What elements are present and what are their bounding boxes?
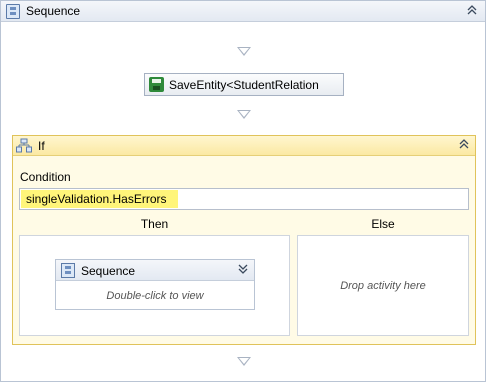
sequence-header[interactable]: Sequence	[1, 1, 485, 22]
save-floppy-icon	[149, 77, 164, 92]
then-branch[interactable]: Sequence Double-click to view	[19, 235, 290, 336]
drop-arrow-icon[interactable]	[237, 110, 251, 119]
expand-icon[interactable]	[236, 263, 250, 277]
drop-activity-hint: Drop activity here	[340, 280, 426, 292]
drop-arrow-icon[interactable]	[237, 357, 251, 366]
if-activity[interactable]: If Condition singleValidation.HasErrors …	[12, 135, 476, 345]
sequence-icon	[61, 263, 75, 278]
condition-input[interactable]: singleValidation.HasErrors	[19, 188, 469, 210]
if-branch-icon	[16, 138, 32, 153]
double-click-hint: Double-click to view	[106, 290, 204, 302]
then-sequence-header[interactable]: Sequence	[56, 260, 254, 281]
then-label: Then	[140, 217, 169, 231]
collapse-icon[interactable]	[465, 4, 479, 18]
outer-sequence[interactable]: Sequence SaveEntity<StudentRelation If C…	[0, 0, 486, 382]
condition-value[interactable]: singleValidation.HasErrors	[26, 192, 167, 206]
sequence-icon	[6, 4, 20, 19]
save-entity-activity[interactable]: SaveEntity<StudentRelation	[144, 73, 344, 96]
then-sequence-activity[interactable]: Sequence Double-click to view	[55, 259, 255, 310]
if-header[interactable]: If	[13, 136, 475, 156]
drop-arrow-icon[interactable]	[237, 47, 251, 56]
else-branch[interactable]: Drop activity here	[297, 235, 469, 336]
then-sequence-title: Sequence	[81, 264, 136, 278]
condition-label: Condition	[20, 170, 71, 184]
collapse-icon[interactable]	[457, 138, 471, 152]
if-title: If	[38, 139, 45, 153]
sequence-title: Sequence	[26, 4, 81, 18]
save-entity-label: SaveEntity<StudentRelation	[169, 78, 319, 92]
else-label: Else	[371, 217, 395, 231]
